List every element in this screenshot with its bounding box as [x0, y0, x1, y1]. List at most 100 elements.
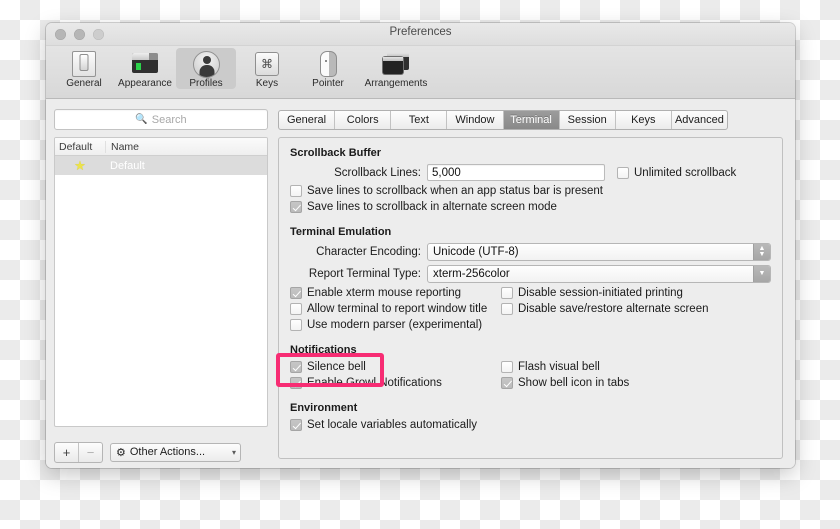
settings-tabbar: General Colors Text Window Terminal Sess…	[278, 110, 728, 130]
profile-settings-content: General Colors Text Window Terminal Sess…	[276, 99, 795, 468]
xterm-mouse-row: Enable xterm mouse reporting	[290, 287, 501, 299]
toolbar-item-profiles[interactable]: Profiles	[176, 48, 236, 89]
notifications-columns: Silence bell Enable Growl Notifications	[290, 361, 771, 393]
other-actions-popup[interactable]: ⚙ Other Actions... ▾	[110, 442, 241, 462]
save-alternate-checkbox[interactable]: Save lines to scrollback in alternate sc…	[290, 201, 557, 213]
report-title-box[interactable]	[290, 303, 302, 315]
remove-profile-button[interactable]: −	[78, 442, 102, 462]
report-title-checkbox[interactable]: Allow terminal to report window title	[290, 303, 487, 315]
tab-session[interactable]: Session	[560, 111, 616, 129]
toolbar-label-keys: Keys	[255, 78, 279, 89]
flash-visual-bell-checkbox[interactable]: Flash visual bell	[501, 361, 600, 373]
column-header-default[interactable]: Default	[55, 141, 105, 153]
silence-bell-label: Silence bell	[307, 361, 366, 373]
locale-checkbox[interactable]: Set locale variables automatically	[290, 419, 477, 431]
search-input[interactable]: 🔍 Search	[54, 109, 268, 130]
toolbar-item-general[interactable]: General	[54, 48, 114, 89]
save-alternate-label: Save lines to scrollback in alternate sc…	[307, 201, 557, 213]
xterm-mouse-label: Enable xterm mouse reporting	[307, 287, 462, 299]
disable-printing-label: Disable session-initiated printing	[518, 287, 683, 299]
modern-parser-box[interactable]	[290, 319, 302, 331]
disable-printing-checkbox[interactable]: Disable session-initiated printing	[501, 287, 683, 299]
silence-bell-checkbox[interactable]: Silence bell	[290, 361, 366, 373]
bell-icon-tabs-box[interactable]	[501, 377, 513, 389]
toolbar-item-keys[interactable]: ⌘ Keys	[237, 48, 297, 89]
arrangements-icon	[383, 50, 409, 76]
save-alternate-box[interactable]	[290, 201, 302, 213]
growl-label: Enable Growl Notifications	[307, 377, 442, 389]
emulation-options-right: Disable session-initiated printing Disab…	[501, 287, 771, 335]
tab-terminal[interactable]: Terminal	[503, 111, 560, 129]
disable-alt-screen-box[interactable]	[501, 303, 513, 315]
toolbar-item-arrangements[interactable]: Arrangements	[359, 48, 433, 89]
save-app-status-checkbox[interactable]: Save lines to scrollback when an app sta…	[290, 185, 603, 197]
save-app-status-label: Save lines to scrollback when an app sta…	[307, 185, 603, 197]
locale-box[interactable]	[290, 419, 302, 431]
locale-row: Set locale variables automatically	[290, 419, 771, 431]
table-row[interactable]: ★ Default	[55, 156, 267, 175]
window-title: Preferences	[389, 26, 452, 38]
tab-general[interactable]: General	[279, 111, 336, 129]
tab-window[interactable]: Window	[447, 111, 504, 129]
terminal-type-select[interactable]: xterm-256color ▼	[427, 265, 771, 283]
silence-bell-box[interactable]	[290, 361, 302, 373]
scrollback-lines-input[interactable]: 5,000	[427, 164, 605, 181]
disable-alt-screen-label: Disable save/restore alternate screen	[518, 303, 709, 315]
column-header-name[interactable]: Name	[105, 140, 267, 153]
section-title-notifications: Notifications	[290, 344, 357, 356]
save-app-status-row: Save lines to scrollback when an app sta…	[290, 185, 771, 197]
flash-visual-bell-box[interactable]	[501, 361, 513, 373]
save-app-status-box[interactable]	[290, 185, 302, 197]
growl-row: Enable Growl Notifications	[290, 377, 501, 389]
toolbar-item-appearance[interactable]: Appearance	[115, 48, 175, 89]
toolbar-item-pointer[interactable]: Pointer	[298, 48, 358, 89]
preferences-window: Preferences General Appearance Profiles …	[46, 23, 795, 468]
chevron-down-icon: ▾	[231, 447, 236, 457]
chevron-down-icon[interactable]: ▼	[753, 266, 770, 282]
growl-checkbox[interactable]: Enable Growl Notifications	[290, 377, 442, 389]
xterm-mouse-checkbox[interactable]: Enable xterm mouse reporting	[290, 287, 461, 299]
disable-alt-screen-checkbox[interactable]: Disable save/restore alternate screen	[501, 303, 709, 315]
unlimited-scrollback-checkbox[interactable]: Unlimited scrollback	[617, 166, 737, 179]
stepper-arrows-icon[interactable]: ▲ ▼	[753, 244, 770, 260]
window-titlebar: Preferences	[46, 23, 795, 46]
toolbar-label-profiles: Profiles	[189, 78, 223, 89]
modern-parser-checkbox[interactable]: Use modern parser (experimental)	[290, 319, 482, 331]
tab-advanced[interactable]: Advanced	[672, 111, 727, 129]
default-star-icon[interactable]: ★	[55, 158, 105, 174]
disable-printing-box[interactable]	[501, 287, 513, 299]
toolbar-label-appearance: Appearance	[118, 78, 172, 89]
general-icon	[71, 50, 97, 77]
section-title-emulation: Terminal Emulation	[290, 226, 392, 238]
character-encoding-select[interactable]: Unicode (UTF-8) ▲ ▼	[427, 243, 771, 261]
save-alternate-row: Save lines to scrollback in alternate sc…	[290, 201, 771, 213]
section-title-environment: Environment	[290, 402, 358, 414]
emulation-options-columns: Enable xterm mouse reporting Allow termi…	[290, 287, 771, 335]
search-icon: 🔍	[135, 114, 148, 125]
flash-visual-bell-label: Flash visual bell	[518, 361, 600, 373]
modern-parser-row: Use modern parser (experimental)	[290, 319, 501, 331]
terminal-settings-panel: Scrollback Buffer Scrollback Lines: 5,00…	[276, 137, 783, 459]
locale-label: Set locale variables automatically	[307, 419, 478, 431]
tab-text[interactable]: Text	[391, 111, 448, 129]
profiles-footer-toolbar: + − ⚙ Other Actions... ▾	[54, 427, 268, 468]
tab-keys[interactable]: Keys	[616, 111, 672, 129]
notifications-right: Flash visual bell Show bell icon in tabs	[501, 361, 771, 393]
scrollback-lines-row: Scrollback Lines: 5,000 Unlimited scroll…	[290, 164, 771, 181]
xterm-mouse-box[interactable]	[290, 287, 302, 299]
profiles-icon	[193, 50, 220, 78]
emulation-options-left: Enable xterm mouse reporting Allow termi…	[290, 287, 501, 335]
growl-box[interactable]	[290, 377, 302, 389]
bell-icon-tabs-checkbox[interactable]: Show bell icon in tabs	[501, 377, 629, 389]
unlimited-scrollback-label: Unlimited scrollback	[634, 166, 737, 179]
search-placeholder: Search	[151, 113, 187, 126]
add-profile-button[interactable]: +	[55, 443, 78, 462]
tab-colors[interactable]: Colors	[335, 111, 392, 129]
bell-icon-tabs-row: Show bell icon in tabs	[501, 377, 771, 389]
character-encoding-label: Character Encoding:	[316, 246, 421, 258]
flash-visual-bell-row: Flash visual bell	[501, 361, 771, 373]
disable-printing-row: Disable session-initiated printing	[501, 287, 771, 299]
profiles-list-body: ★ Default	[55, 156, 267, 426]
unlimited-scrollback-box[interactable]	[617, 166, 629, 179]
other-actions-label: Other Actions...	[129, 446, 206, 458]
